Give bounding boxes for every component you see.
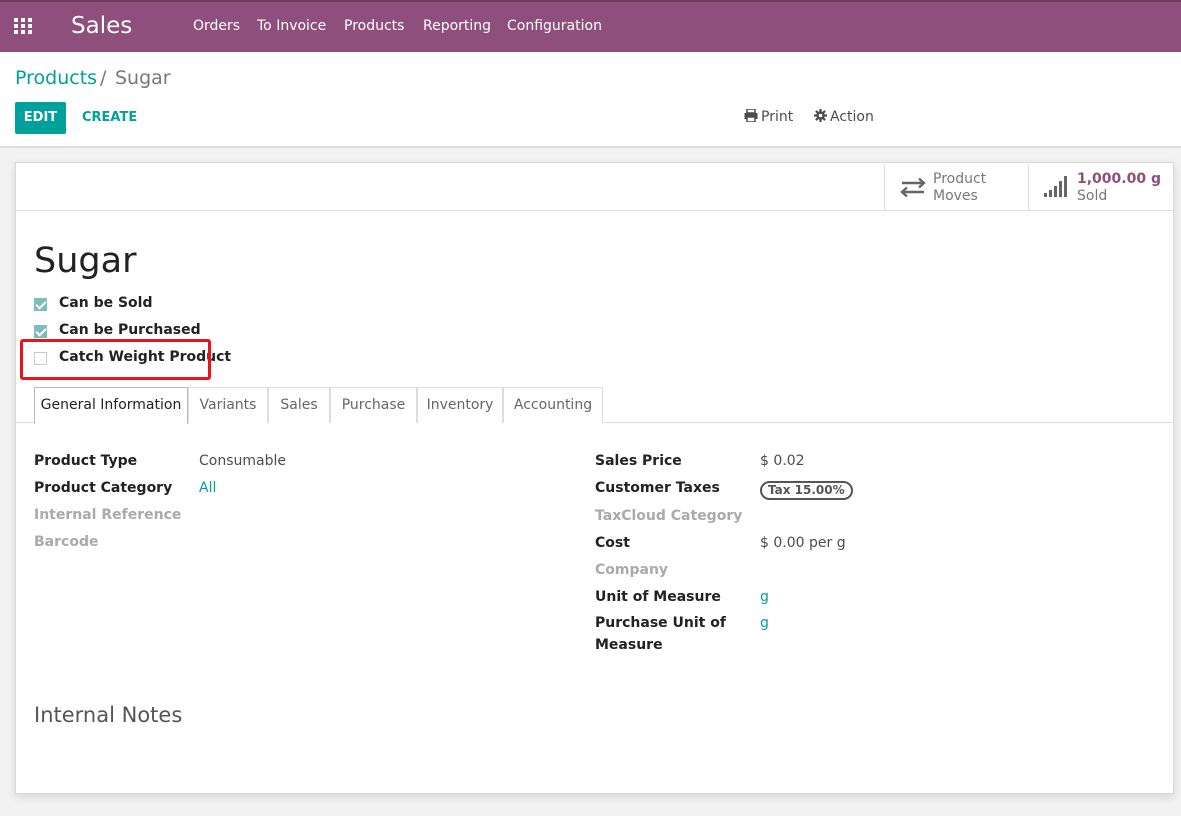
can-be-purchased-label: Can be Purchased <box>59 322 201 338</box>
tab-variants[interactable]: Variants <box>188 387 268 423</box>
tab-purchase[interactable]: Purchase <box>330 387 417 423</box>
breadcrumb-products[interactable]: Products <box>15 67 97 89</box>
company-label: Company <box>595 562 669 578</box>
sales-price-value[interactable]: $ 0.02 <box>760 453 805 469</box>
catch-weight-highlight-box <box>20 339 211 380</box>
cost-value[interactable]: $ 0.00 per g <box>760 535 846 551</box>
exchange-icon <box>900 177 926 197</box>
smart-button-box: Product Moves 1,000.00 g Sold <box>16 163 1173 211</box>
menu-products[interactable]: Products <box>344 18 404 34</box>
cost-amount: $ 0.00 <box>760 535 805 551</box>
apps-grid-icon[interactable] <box>14 18 34 34</box>
form-sheet: Product Moves 1,000.00 g Sold Sugar Can … <box>15 162 1174 794</box>
menu-to-invoice[interactable]: To Invoice <box>257 18 326 34</box>
sold-label: Sold <box>1077 188 1108 204</box>
control-panel: Products / Sugar EDIT CREATE Print Actio… <box>0 52 1181 148</box>
product-category-value[interactable]: All <box>199 480 216 496</box>
product-type-label: Product Type <box>34 453 138 469</box>
internal-notes-title: Internal Notes <box>34 703 183 727</box>
uom-label: Unit of Measure <box>595 589 721 605</box>
edit-button[interactable]: EDIT <box>15 102 66 134</box>
purchase-uom-value[interactable]: g <box>760 615 769 631</box>
tab-accounting[interactable]: Accounting <box>503 387 603 423</box>
taxcloud-category-label: TaxCloud Category <box>595 508 743 524</box>
sold-button[interactable]: 1,000.00 g Sold <box>1028 163 1174 210</box>
uom-value[interactable]: g <box>760 589 769 605</box>
product-name: Sugar <box>34 241 137 281</box>
action-label: Action <box>830 109 874 125</box>
tax-badge[interactable]: Tax 15.00% <box>760 481 853 500</box>
product-type-value[interactable]: Consumable <box>199 453 286 469</box>
internal-reference-label: Internal Reference <box>34 507 182 523</box>
cost-unit: per g <box>808 535 846 551</box>
print-icon <box>744 108 758 123</box>
menu-reporting[interactable]: Reporting <box>423 18 491 34</box>
print-button[interactable]: Print <box>744 108 794 125</box>
breadcrumb-current: Sugar <box>115 67 171 89</box>
purchase-uom-label-line2: Measure <box>595 637 663 653</box>
gear-icon <box>814 109 827 122</box>
customer-taxes-label: Customer Taxes <box>595 480 720 496</box>
print-label: Print <box>761 109 794 125</box>
product-moves-line2: Moves <box>933 188 978 204</box>
product-category-label: Product Category <box>34 480 173 496</box>
can-be-sold-label: Can be Sold <box>59 295 153 311</box>
product-moves-line1: Product <box>933 171 987 187</box>
product-moves-button[interactable]: Product Moves <box>884 163 1029 210</box>
sales-price-label: Sales Price <box>595 453 682 469</box>
signal-bars-icon <box>1044 176 1067 197</box>
barcode-label: Barcode <box>34 534 99 550</box>
breadcrumb-separator: / <box>100 67 107 89</box>
action-button[interactable]: Action <box>814 109 874 125</box>
top-navbar: Sales Orders To Invoice Products Reporti… <box>0 0 1181 52</box>
can-be-purchased-checkbox[interactable] <box>34 325 47 338</box>
create-button[interactable]: CREATE <box>82 110 137 125</box>
sold-value: 1,000.00 g <box>1077 171 1161 187</box>
can-be-sold-checkbox[interactable] <box>34 298 47 311</box>
tab-inventory[interactable]: Inventory <box>417 387 503 423</box>
tab-general-information[interactable]: General Information <box>34 387 188 424</box>
menu-orders[interactable]: Orders <box>193 18 240 34</box>
tab-sales[interactable]: Sales <box>268 387 330 423</box>
cost-label: Cost <box>595 535 630 551</box>
menu-configuration[interactable]: Configuration <box>507 18 602 34</box>
app-brand[interactable]: Sales <box>71 13 132 39</box>
notebook-tabs: General Information Variants Sales Purch… <box>16 387 1173 424</box>
purchase-uom-label-line1: Purchase Unit of <box>595 615 726 631</box>
